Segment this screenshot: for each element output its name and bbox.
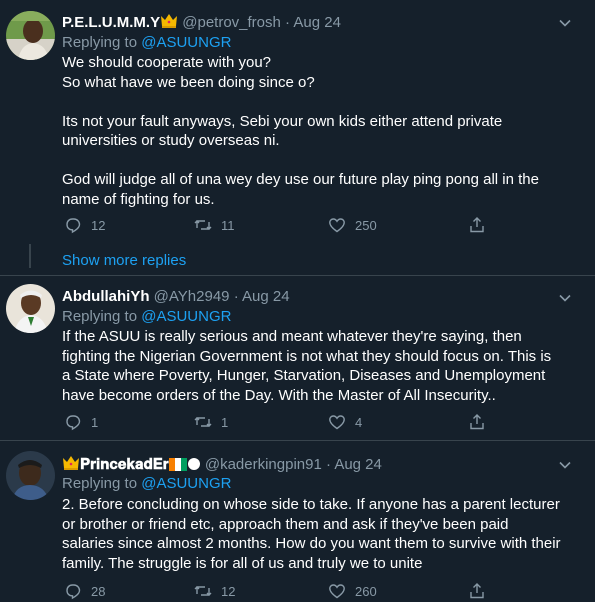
retweet-icon bbox=[194, 220, 212, 230]
mention-link[interactable]: @ASUUNGR bbox=[141, 308, 231, 325]
retweet-count: 11 bbox=[221, 217, 235, 233]
avatar[interactable] bbox=[6, 11, 55, 60]
retweet-button[interactable]: 12 bbox=[194, 582, 235, 600]
timestamp[interactable]: Aug 24 bbox=[242, 288, 290, 305]
avatar[interactable] bbox=[6, 451, 55, 500]
display-name[interactable]: P.E.L.U.M.M.Y bbox=[62, 14, 160, 31]
mention-link[interactable]: @ASUUNGR bbox=[141, 475, 231, 492]
like-button[interactable]: 260 bbox=[328, 582, 377, 600]
retweet-button[interactable]: 1 bbox=[194, 413, 228, 431]
circle-icon bbox=[187, 457, 201, 475]
like-count: 250 bbox=[355, 217, 377, 233]
mention-link[interactable]: @ASUUNGR bbox=[141, 34, 231, 51]
like-icon bbox=[329, 415, 345, 430]
retweet-count: 1 bbox=[221, 414, 229, 430]
caret-down-icon[interactable] bbox=[557, 290, 573, 306]
like-count: 4 bbox=[355, 414, 363, 430]
share-icon bbox=[470, 583, 484, 599]
retweet-count: 12 bbox=[221, 583, 236, 599]
tweet-header: 𝐏𝐫𝐢𝐧𝐜𝐞𝐤𝐚𝐝𝐄𝐫 @kaderkingpin91 · Aug 24 bbox=[62, 455, 382, 475]
handle[interactable]: @kaderkingpin91 bbox=[205, 456, 322, 473]
retweet-button[interactable]: 11 bbox=[194, 216, 235, 234]
reply-icon bbox=[66, 218, 81, 234]
show-more-replies-link[interactable]: Show more replies bbox=[62, 252, 186, 269]
tweet-actions: 28 12 260 bbox=[62, 582, 562, 602]
timestamp[interactable]: Aug 24 bbox=[334, 456, 382, 473]
retweet-icon bbox=[194, 586, 212, 596]
display-name[interactable]: 𝐏𝐫𝐢𝐧𝐜𝐞𝐤𝐚𝐝𝐄𝐫 bbox=[80, 456, 169, 473]
caret-down-icon[interactable] bbox=[557, 15, 573, 31]
separator: · bbox=[285, 14, 291, 31]
tweet-1[interactable]: P.E.L.U.M.M.Y @petrov_frosh · Aug 24 Rep… bbox=[0, 0, 595, 275]
crown-icon bbox=[62, 455, 80, 475]
reply-count: 1 bbox=[91, 414, 99, 430]
avatar[interactable] bbox=[6, 284, 55, 333]
tweet-3[interactable]: 𝐏𝐫𝐢𝐧𝐜𝐞𝐤𝐚𝐝𝐄𝐫 @kaderkingpin91 · Aug 24 Rep… bbox=[0, 441, 595, 602]
like-button[interactable]: 4 bbox=[328, 413, 362, 431]
tweet-text: We should cooperate with you? So what ha… bbox=[62, 54, 539, 208]
tweet-header: AbdullahiYh @AYh2949 · Aug 24 bbox=[62, 288, 290, 305]
share-icon bbox=[470, 217, 484, 233]
replying-to: Replying to @ASUUNGR bbox=[62, 308, 232, 325]
replying-to: Replying to @ASUUNGR bbox=[62, 475, 232, 492]
ivory-coast-flag-icon bbox=[168, 458, 187, 475]
like-icon bbox=[329, 584, 345, 599]
tweet-text: 2. Before concluding on whose side to ta… bbox=[62, 496, 565, 572]
reply-count: 28 bbox=[91, 583, 106, 599]
crown-icon bbox=[160, 13, 178, 33]
reply-button[interactable]: 1 bbox=[64, 413, 98, 431]
tweet-actions: 12 11 250 bbox=[62, 216, 562, 236]
tweet-text: If the ASUU is really serious and meant … bbox=[62, 328, 556, 404]
reply-button[interactable]: 12 bbox=[64, 216, 105, 234]
like-icon bbox=[329, 218, 345, 233]
thread-line bbox=[29, 244, 31, 268]
reply-count: 12 bbox=[91, 217, 106, 233]
share-icon bbox=[470, 414, 484, 430]
like-count: 260 bbox=[355, 583, 377, 599]
reply-button[interactable]: 28 bbox=[64, 582, 105, 600]
handle[interactable]: @petrov_frosh bbox=[182, 14, 281, 31]
tweet-header: P.E.L.U.M.M.Y @petrov_frosh · Aug 24 bbox=[62, 13, 341, 33]
timestamp[interactable]: Aug 24 bbox=[293, 14, 341, 31]
reply-icon bbox=[66, 415, 81, 431]
share-button[interactable] bbox=[468, 582, 495, 600]
separator: · bbox=[325, 456, 331, 473]
tweet-actions: 1 1 4 bbox=[62, 413, 562, 433]
reply-icon bbox=[66, 584, 81, 600]
share-button[interactable] bbox=[468, 216, 495, 234]
separator: · bbox=[233, 288, 239, 305]
handle[interactable]: @AYh2949 bbox=[154, 288, 230, 305]
replying-to: Replying to @ASUUNGR bbox=[62, 34, 232, 51]
like-button[interactable]: 250 bbox=[328, 216, 377, 234]
tweet-2[interactable]: AbdullahiYh @AYh2949 · Aug 24 Replying t… bbox=[0, 276, 595, 439]
retweet-icon bbox=[194, 417, 212, 427]
display-name[interactable]: AbdullahiYh bbox=[62, 288, 150, 305]
caret-down-icon[interactable] bbox=[557, 457, 573, 473]
share-button[interactable] bbox=[468, 413, 495, 431]
